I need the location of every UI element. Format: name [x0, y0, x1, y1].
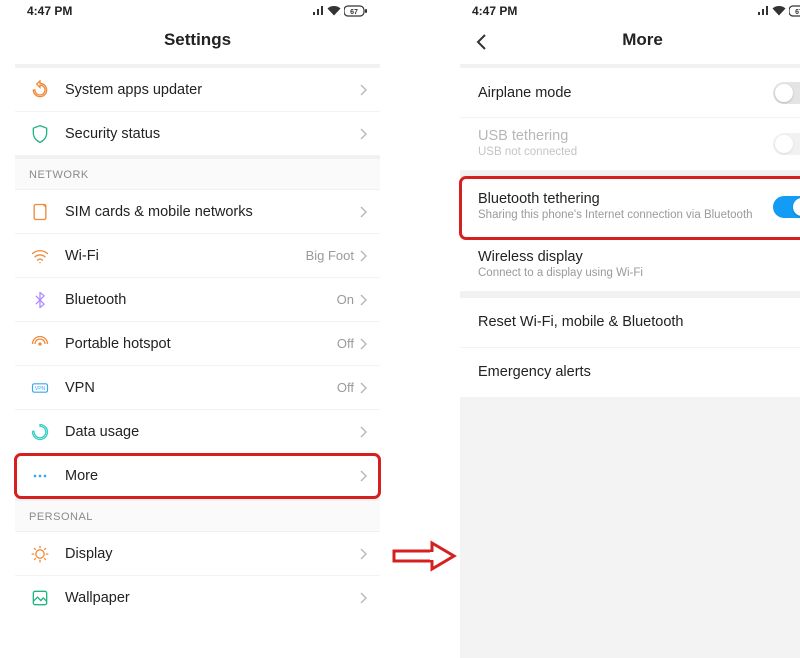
- row-hotspot[interactable]: Portable hotspot Off: [15, 322, 380, 366]
- settings-screen: 4:47 PM 67 Settings System apps updater …: [15, 0, 380, 623]
- empty-area: [460, 398, 800, 658]
- chevron-right-icon: [360, 426, 368, 438]
- display-icon: [29, 543, 51, 565]
- row-label: Data usage: [65, 424, 360, 440]
- row-usb-tethering: USB tethering USB not connected: [460, 118, 800, 171]
- row-label: Wallpaper: [65, 590, 360, 606]
- row-security-status[interactable]: Security status: [15, 112, 380, 156]
- row-data-usage[interactable]: Data usage: [15, 410, 380, 454]
- toggle-airplane[interactable]: [773, 82, 800, 104]
- status-time: 4:47 PM: [27, 4, 72, 18]
- page-title: More: [460, 30, 800, 50]
- chevron-right-icon: [360, 206, 368, 218]
- row-value: Off: [337, 380, 354, 395]
- row-value: Off: [337, 336, 354, 351]
- row-label: More: [65, 468, 360, 484]
- row-wallpaper[interactable]: Wallpaper: [15, 576, 380, 620]
- row-bluetooth-tethering[interactable]: Bluetooth tethering Sharing this phone's…: [460, 177, 800, 239]
- row-label: Security status: [65, 126, 360, 142]
- row-sim-cards[interactable]: SIM cards & mobile networks: [15, 190, 380, 234]
- bluetooth-icon: [29, 289, 51, 311]
- status-bar: 4:47 PM 67: [15, 0, 380, 20]
- more-screen: 4:47 PM 67 More Airplane mode USB tether…: [460, 0, 800, 623]
- row-label: Wi-Fi: [65, 248, 306, 264]
- chevron-left-icon: [470, 30, 494, 54]
- chevron-right-icon: [360, 338, 368, 350]
- toggle-bluetooth-tethering[interactable]: [773, 196, 800, 218]
- row-label: Reset Wi-Fi, mobile & Bluetooth: [478, 314, 800, 330]
- chevron-right-icon: [360, 592, 368, 604]
- header: Settings: [15, 20, 380, 64]
- row-label: Portable hotspot: [65, 336, 337, 352]
- shield-icon: [29, 123, 51, 145]
- sim-icon: [29, 201, 51, 223]
- row-bluetooth[interactable]: Bluetooth On: [15, 278, 380, 322]
- row-label: Bluetooth: [65, 292, 337, 308]
- row-sublabel: Connect to a display using Wi-Fi: [478, 266, 800, 281]
- row-sublabel: USB not connected: [478, 145, 773, 160]
- row-more[interactable]: More: [15, 454, 380, 498]
- row-label: VPN: [65, 380, 337, 396]
- row-display[interactable]: Display: [15, 532, 380, 576]
- chevron-right-icon: [360, 250, 368, 262]
- row-label: Emergency alerts: [478, 364, 800, 380]
- chevron-right-icon: [360, 548, 368, 560]
- wifi-icon: [29, 245, 51, 267]
- row-label: Display: [65, 546, 360, 562]
- row-sublabel: Sharing this phone's Internet connection…: [478, 208, 773, 223]
- row-emergency-alerts[interactable]: Emergency alerts: [460, 348, 800, 398]
- row-wifi[interactable]: Wi-Fi Big Foot: [15, 234, 380, 278]
- row-label: Airplane mode: [478, 85, 773, 101]
- svg-text:VPN: VPN: [35, 386, 46, 392]
- data-usage-icon: [29, 421, 51, 443]
- section-personal: PERSONAL: [15, 498, 380, 532]
- row-label: Wireless display: [478, 249, 800, 265]
- vpn-icon: VPN: [29, 377, 51, 399]
- row-value: Big Foot: [306, 248, 354, 263]
- status-icons: 67: [312, 5, 368, 17]
- row-wireless-display[interactable]: Wireless display Connect to a display us…: [460, 239, 800, 292]
- status-bar: 4:47 PM 67: [460, 0, 800, 20]
- update-icon: [29, 79, 51, 101]
- row-system-apps-updater[interactable]: System apps updater: [15, 68, 380, 112]
- wifi-icon: [327, 6, 341, 16]
- battery-icon: 67: [789, 5, 800, 17]
- chevron-right-icon: [360, 128, 368, 140]
- battery-icon: 67: [344, 5, 368, 17]
- row-vpn[interactable]: VPN VPN Off: [15, 366, 380, 410]
- arrow-right-icon: [392, 540, 458, 572]
- row-label: USB tethering: [478, 128, 773, 144]
- svg-text:67: 67: [350, 9, 358, 16]
- hotspot-icon: [29, 333, 51, 355]
- status-time: 4:47 PM: [472, 4, 517, 18]
- row-label: System apps updater: [65, 82, 360, 98]
- signal-icon: [312, 6, 324, 16]
- chevron-right-icon: [360, 84, 368, 96]
- svg-text:67: 67: [795, 9, 800, 16]
- row-label: SIM cards & mobile networks: [65, 204, 360, 220]
- status-icons: 67: [757, 5, 800, 17]
- more-icon: [29, 465, 51, 487]
- wallpaper-icon: [29, 587, 51, 609]
- row-label: Bluetooth tethering: [478, 191, 773, 207]
- section-network: NETWORK: [15, 156, 380, 190]
- toggle-usb-tethering: [773, 133, 800, 155]
- back-button[interactable]: [470, 30, 494, 54]
- chevron-right-icon: [360, 382, 368, 394]
- wifi-icon: [772, 6, 786, 16]
- row-reset-network[interactable]: Reset Wi-Fi, mobile & Bluetooth: [460, 298, 800, 348]
- row-value: On: [337, 292, 354, 307]
- chevron-right-icon: [360, 294, 368, 306]
- header: More: [460, 20, 800, 64]
- chevron-right-icon: [360, 470, 368, 482]
- signal-icon: [757, 6, 769, 16]
- page-title: Settings: [15, 30, 380, 50]
- row-airplane-mode[interactable]: Airplane mode: [460, 68, 800, 118]
- arrow-annotation: [392, 540, 458, 572]
